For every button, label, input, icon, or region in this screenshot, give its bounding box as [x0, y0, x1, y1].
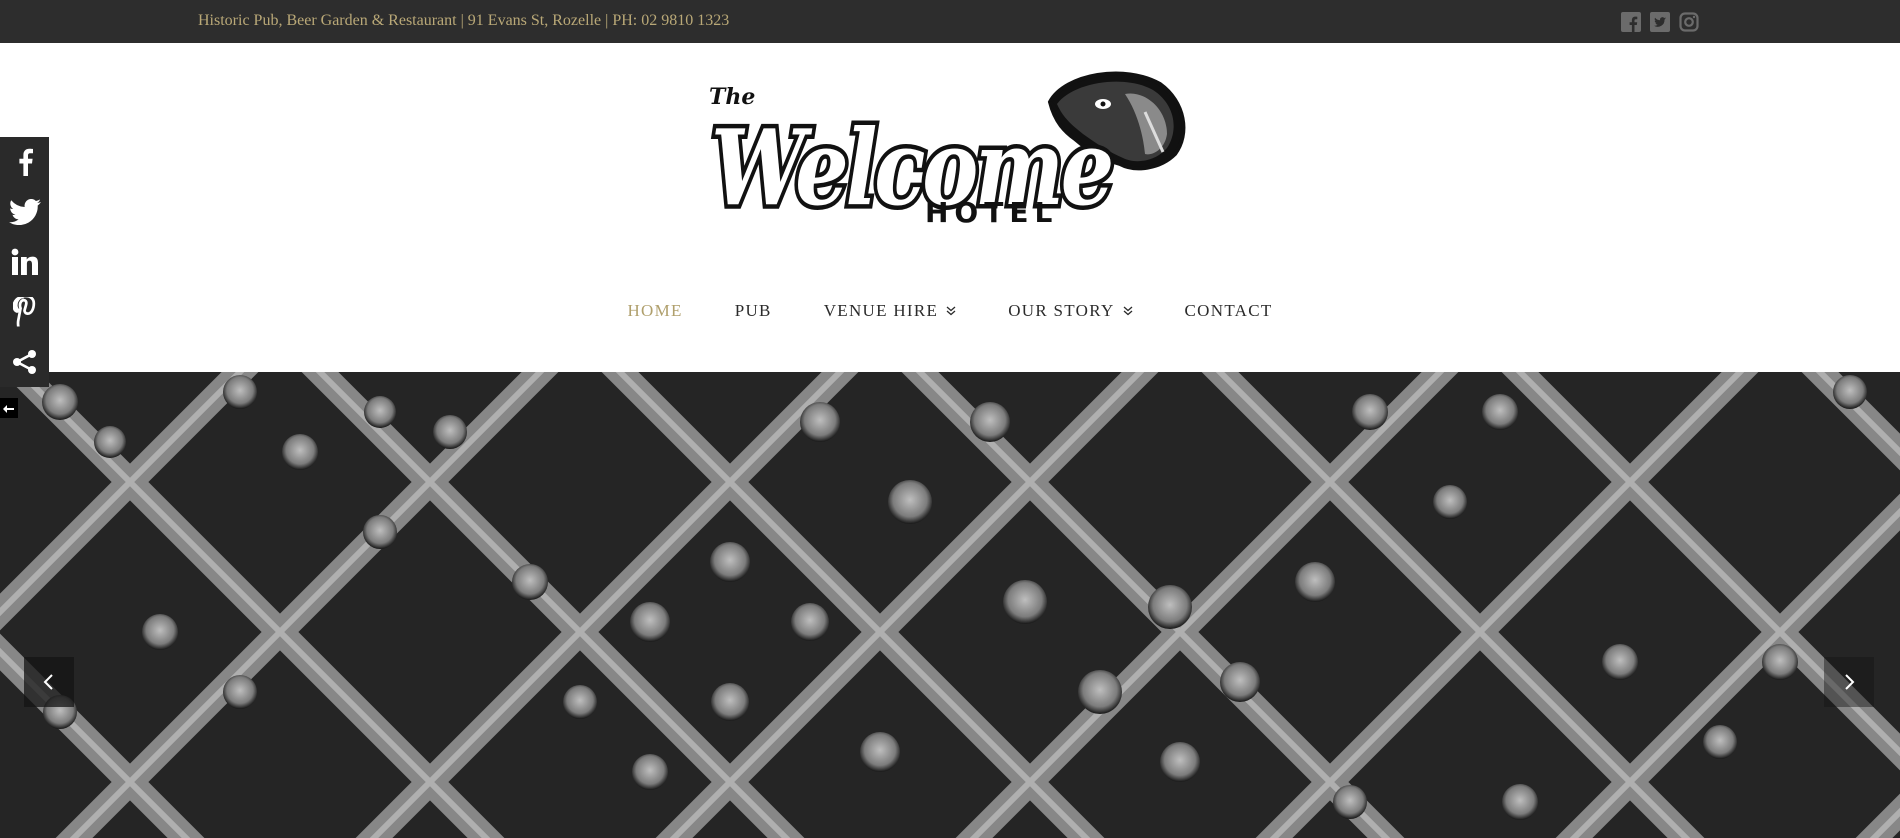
double-chevron-down-icon [1123, 306, 1132, 316]
share-twitter-button[interactable] [0, 187, 49, 237]
pinterest-icon [12, 297, 35, 327]
nav-item-label: CONTACT [1184, 301, 1273, 320]
nav-item-pub[interactable]: PUB [709, 296, 798, 326]
share-sidebar [0, 137, 49, 387]
nav-item-our-story[interactable]: OUR STORY [982, 296, 1158, 326]
contact-info-text: Historic Pub, Beer Garden & Restaurant |… [198, 12, 730, 29]
share-icon [12, 350, 36, 374]
nav-item-label: VENUE HIRE [823, 301, 939, 320]
nav-item-home[interactable]: HOME [601, 296, 708, 326]
nav-item-label: HOME [627, 301, 683, 320]
share-linkedin-button[interactable] [0, 237, 49, 287]
chevron-left-icon [43, 674, 53, 690]
linkedin-icon [11, 248, 38, 275]
topbar-social-icons [1621, 12, 1699, 32]
share-facebook-button[interactable] [0, 137, 49, 187]
wine-rack-image [0, 372, 1900, 838]
slider-next-button[interactable] [1824, 657, 1874, 707]
twitter-icon[interactable] [1650, 12, 1670, 32]
double-chevron-down-icon [946, 306, 956, 316]
slider-prev-button[interactable] [24, 657, 74, 707]
nav-item-contact[interactable]: CONTACT [1159, 296, 1299, 326]
facebook-icon [18, 148, 33, 176]
share-pinterest-button[interactable] [0, 287, 49, 337]
logo-hotel-text: HOTEL [925, 196, 1058, 229]
nav-item-label: PUB [734, 301, 772, 320]
share-bar-toggle-button[interactable] [0, 398, 18, 418]
instagram-icon[interactable] [1679, 12, 1699, 32]
main-navigation: HOME PUB VENUE HIRE OUR STORY CONTACT [0, 296, 1900, 326]
chevron-right-icon [1845, 674, 1855, 690]
welcome-hotel-logo: The Welcome HOTEL [707, 71, 1186, 234]
site-logo[interactable]: The Welcome HOTEL [705, 64, 1195, 242]
facebook-icon[interactable] [1621, 12, 1641, 32]
hero-slider [0, 372, 1900, 838]
top-bar: Historic Pub, Beer Garden & Restaurant |… [0, 0, 1900, 43]
twitter-icon [8, 199, 41, 225]
nav-item-venue-hire[interactable]: VENUE HIRE [798, 296, 983, 326]
share-more-button[interactable] [0, 337, 49, 387]
nav-item-label: OUR STORY [1008, 301, 1115, 320]
collapse-arrow-icon [3, 403, 14, 413]
